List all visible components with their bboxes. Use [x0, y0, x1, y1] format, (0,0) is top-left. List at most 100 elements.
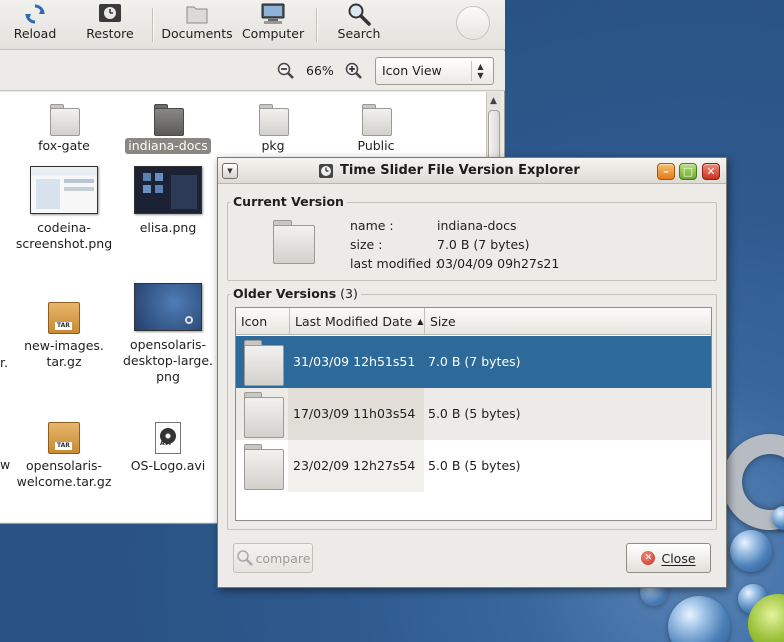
file-name-line: new-images. [24, 338, 104, 353]
file-name-line: codeina- [37, 220, 91, 235]
zoom-level: 66% [306, 63, 334, 78]
computer-label: Computer [241, 26, 305, 41]
file-name-line: desktop-large. [122, 353, 214, 368]
maximize-button[interactable]: □ [679, 163, 697, 180]
dialog-title: Time Slider File Version Explorer [340, 163, 580, 178]
file-name: indiana-docs [125, 138, 211, 154]
file-item-archive[interactable]: TAR opensolaris- welcome.tar.gz [14, 422, 114, 490]
clipped-file-name: w [0, 457, 11, 472]
video-file-icon: AVI [155, 422, 181, 454]
archive-icon: TAR [48, 422, 80, 454]
file-item-folder[interactable]: Public [326, 104, 426, 154]
toolbar-separator [152, 8, 153, 42]
search-button[interactable]: Search [337, 2, 381, 46]
documents-button[interactable]: Documents [161, 2, 233, 46]
file-item-image[interactable]: codeina- screenshot.png [14, 166, 114, 252]
dialog-titlebar[interactable]: ▼ Time Slider File Version Explorer – □ … [218, 158, 726, 184]
folder-icon [154, 104, 184, 136]
compare-icon [236, 550, 253, 566]
file-item-archive[interactable]: TAR new-images. tar.gz [14, 302, 114, 370]
version-size: 5.0 B (5 bytes) [428, 458, 521, 473]
file-name-line: screenshot.png [15, 236, 113, 251]
desktop-decoration-bubble [730, 530, 772, 572]
archive-icon: TAR [48, 302, 80, 334]
image-thumbnail [30, 166, 98, 214]
folder-icon [259, 104, 289, 136]
column-header-date[interactable]: Last Modified Date ▲ [290, 308, 425, 335]
window-menu-button[interactable]: ▼ [222, 163, 238, 179]
older-versions-list[interactable]: Icon Last Modified Date ▲ Size 31/03/09 1… [235, 307, 712, 521]
zoom-out-icon[interactable] [277, 62, 295, 80]
file-item-image[interactable]: elisa.png [118, 166, 218, 236]
column-header-label: Size [430, 314, 456, 329]
version-folder-icon [244, 444, 284, 492]
version-row[interactable]: 23/02/09 12h27s54 5.0 B (5 bytes) [236, 440, 711, 492]
reload-button[interactable]: Reload [12, 2, 58, 46]
time-slider-dialog: ▼ Time Slider File Version Explorer – □ … [217, 157, 727, 588]
clipped-file-name: r. [0, 355, 8, 370]
minimize-button[interactable]: – [657, 163, 675, 180]
file-item-folder[interactable]: pkg [223, 104, 323, 154]
column-header-size[interactable]: Size [425, 308, 711, 335]
computer-button[interactable]: Computer [241, 2, 305, 46]
zoom-in-icon[interactable] [345, 62, 363, 80]
restore-button[interactable]: Restore [86, 2, 134, 46]
view-mode-value: Icon View [382, 63, 442, 78]
name-value: indiana-docs [437, 218, 517, 233]
file-name-line: tar.gz [46, 354, 82, 369]
current-version-icon [273, 220, 315, 266]
file-item-image[interactable]: opensolaris- desktop-large. png [118, 283, 218, 385]
computer-icon [260, 2, 286, 26]
version-date: 31/03/09 12h51s51 [293, 354, 416, 369]
close-button[interactable]: ✕ Close [626, 543, 711, 573]
desktop-decoration-bubble [668, 596, 730, 642]
file-name: fox-gate [38, 138, 90, 153]
file-name-line: png [156, 369, 180, 384]
image-thumbnail [134, 283, 202, 331]
file-name: OS-Logo.avi [130, 458, 206, 473]
file-item-video[interactable]: AVI OS-Logo.avi [118, 422, 218, 474]
scroll-up-arrow-icon[interactable]: ▲ [490, 96, 497, 106]
reload-icon [22, 2, 48, 26]
version-row[interactable]: 17/03/09 11h03s54 5.0 B (5 bytes) [236, 388, 711, 440]
close-window-button[interactable]: ✕ [702, 163, 720, 180]
close-icon: ✕ [641, 551, 656, 565]
older-versions-count: (3) [340, 286, 358, 301]
version-size: 7.0 B (7 bytes) [428, 354, 521, 369]
current-version-heading: Current Version [230, 194, 347, 209]
compare-button[interactable]: compare [233, 543, 313, 573]
file-name: Public [357, 138, 395, 153]
image-thumbnail [134, 166, 202, 214]
view-mode-select[interactable]: Icon View ▲ ▼ [375, 57, 494, 85]
version-folder-icon [244, 392, 284, 440]
version-size: 5.0 B (5 bytes) [428, 406, 521, 421]
file-name-line: opensolaris- [129, 337, 207, 352]
column-header-label: Last Modified Date [295, 314, 413, 329]
file-item-folder-selected[interactable]: indiana-docs [118, 104, 218, 154]
version-row-selected[interactable]: 31/03/09 12h51s51 7.0 B (7 bytes) [236, 336, 711, 388]
file-name: pkg [261, 138, 285, 153]
size-value: 7.0 B (7 bytes) [437, 237, 530, 252]
file-name-line: welcome.tar.gz [16, 474, 112, 489]
column-header-icon[interactable]: Icon [236, 308, 290, 335]
restore-icon [97, 2, 123, 26]
documents-label: Documents [161, 26, 233, 41]
reload-label: Reload [13, 26, 57, 41]
folder-icon [50, 104, 80, 136]
folder-icon [362, 104, 392, 136]
spinner-arrows-icon: ▲ ▼ [471, 61, 489, 81]
folder-icon [273, 220, 315, 264]
close-label: Close [661, 550, 696, 566]
compare-label: compare [255, 550, 311, 566]
file-item-folder[interactable]: fox-gate [14, 104, 114, 154]
older-versions-title: Older Versions [233, 286, 337, 301]
last-modified-value: 03/04/09 09h27s21 [437, 256, 560, 271]
toolbar-separator [316, 8, 317, 42]
version-folder-icon [244, 340, 284, 388]
location-zoom-bar: 66% Icon View ▲ ▼ [0, 51, 505, 91]
folder-icon [184, 2, 210, 26]
version-date: 17/03/09 11h03s54 [293, 406, 416, 421]
sort-ascending-icon: ▲ [417, 317, 424, 326]
version-date: 23/02/09 12h27s54 [293, 458, 416, 473]
size-label: size : [350, 237, 383, 252]
